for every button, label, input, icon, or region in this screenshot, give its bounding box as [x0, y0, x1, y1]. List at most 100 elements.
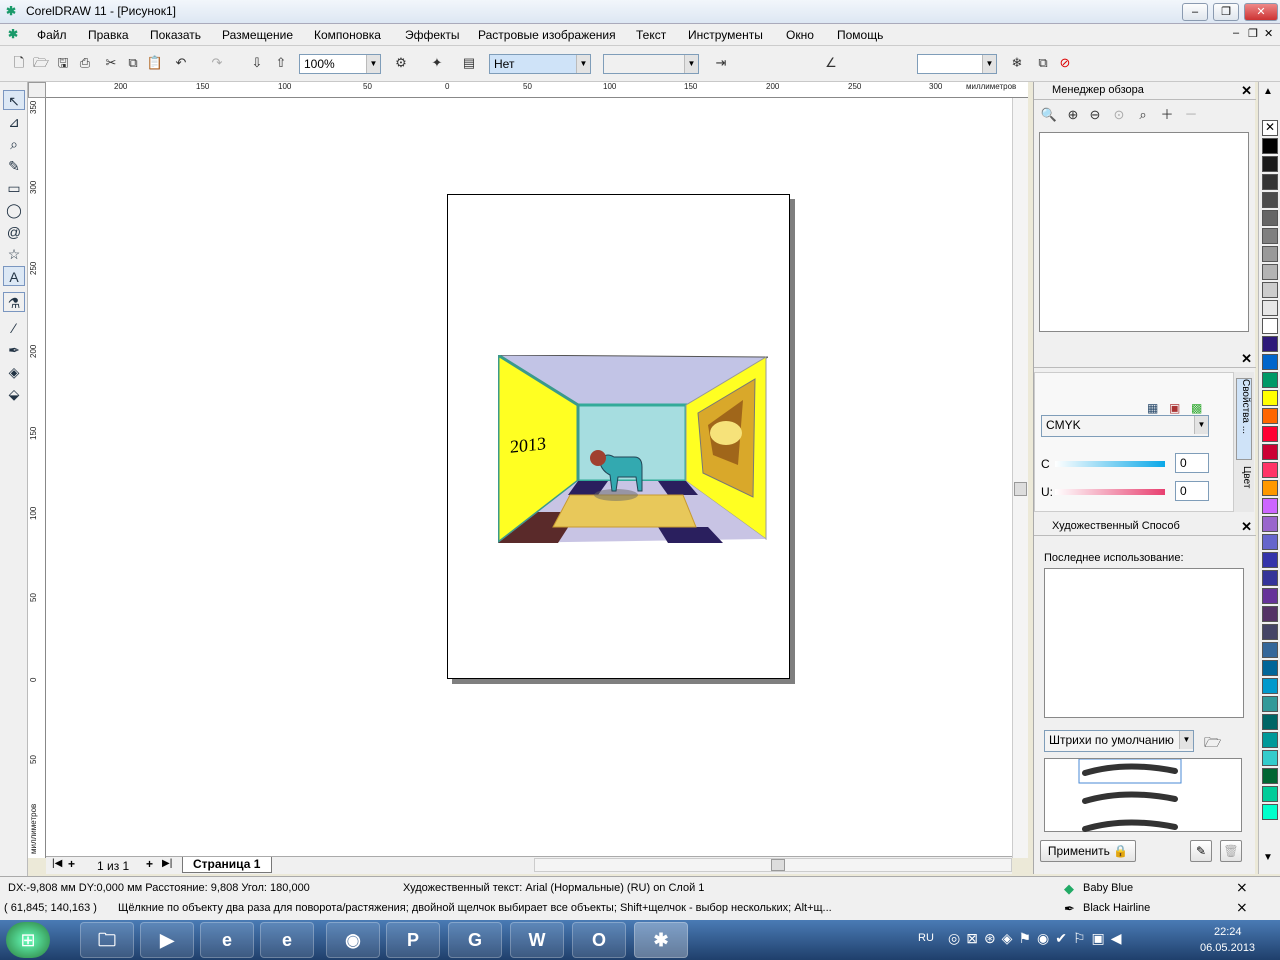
pick-tool-icon[interactable]: ↖: [3, 90, 25, 110]
menu-window[interactable]: Окно: [786, 28, 814, 42]
horizontal-ruler[interactable]: 200 150 100 50 0 50 100 150 200 250 300 …: [46, 82, 1028, 98]
scroll-thumb[interactable]: [771, 859, 785, 871]
media-taskbar-icon[interactable]: ▶: [140, 922, 194, 958]
menu-effects[interactable]: Эффекты: [405, 28, 460, 42]
color-model-combo[interactable]: CMYK ▼: [1041, 415, 1209, 437]
add-page-after-icon[interactable]: +: [146, 857, 153, 871]
minimize-button[interactable]: ‒: [1182, 3, 1208, 21]
copy-props-icon[interactable]: ⧉: [1034, 54, 1052, 72]
first-page-icon[interactable]: |◀: [52, 858, 62, 869]
menu-edit[interactable]: Правка: [88, 28, 129, 42]
color-swatch[interactable]: [1262, 138, 1278, 154]
menu-bitmaps[interactable]: Растровые изображения: [478, 28, 616, 42]
ie-taskbar-icon[interactable]: e: [200, 922, 254, 958]
strokes-combo[interactable]: Штрихи по умолчанию ▼: [1044, 730, 1194, 752]
color-swatch[interactable]: [1262, 804, 1278, 820]
color-swatch[interactable]: [1262, 624, 1278, 640]
polygon-tool-icon[interactable]: ☆: [3, 244, 25, 264]
color-swatch[interactable]: [1262, 678, 1278, 694]
color-swatch[interactable]: [1262, 660, 1278, 676]
color-swatch[interactable]: [1262, 606, 1278, 622]
browser-taskbar-icon[interactable]: ◉: [326, 922, 380, 958]
color-viewer-icon[interactable]: ▣: [1169, 401, 1180, 415]
export-icon[interactable]: ⇧: [272, 54, 290, 72]
color-swatch[interactable]: [1262, 480, 1278, 496]
new-icon[interactable]: 🗋: [10, 54, 28, 72]
explorer-taskbar-icon[interactable]: 🗀: [80, 922, 134, 958]
snap-icon[interactable]: ⚙: [392, 54, 410, 72]
color-swatch[interactable]: [1262, 408, 1278, 424]
tab-page-1[interactable]: Страница 1: [182, 857, 272, 873]
ie2-taskbar-icon[interactable]: e: [260, 922, 314, 958]
color-swatch[interactable]: [1262, 264, 1278, 280]
color-swatch[interactable]: [1262, 174, 1278, 190]
zoom-lens-icon[interactable]: 🔍: [1040, 106, 1058, 124]
menu-tools[interactable]: Инструменты: [688, 28, 763, 42]
menu-view[interactable]: Показать: [150, 28, 201, 42]
color-swatch[interactable]: [1262, 354, 1278, 370]
doc-min-icon[interactable]: ‒: [1233, 27, 1239, 39]
text-tool-icon[interactable]: A: [3, 266, 25, 286]
save-icon[interactable]: 🖫: [54, 54, 72, 72]
copy-icon[interactable]: ⧉: [124, 54, 142, 72]
menu-text[interactable]: Текст: [636, 28, 666, 42]
zoom-combo[interactable]: 100% ▼: [299, 54, 381, 74]
ruler-origin[interactable]: [28, 82, 46, 98]
eyedropper-tool-icon[interactable]: ⁄: [3, 318, 25, 338]
angle-icon[interactable]: ∠: [822, 54, 840, 72]
outline-tool-icon[interactable]: ✒: [3, 340, 25, 360]
maximize-button[interactable]: ❐: [1213, 3, 1239, 21]
close-icon[interactable]: ✕: [1241, 351, 1252, 367]
color-swatch[interactable]: [1262, 426, 1278, 442]
color-swatch[interactable]: [1262, 516, 1278, 532]
clock-time[interactable]: 22:24: [1214, 926, 1242, 938]
color-swatch[interactable]: [1262, 318, 1278, 334]
fill-swatch-icon[interactable]: ⨯: [1236, 879, 1248, 896]
last-page-icon[interactable]: ▶|: [162, 858, 172, 869]
color-swatch[interactable]: [1262, 192, 1278, 208]
outline-swatch-icon[interactable]: ⨯: [1236, 899, 1248, 916]
year-text[interactable]: 2013: [510, 433, 546, 458]
color-swatch[interactable]: [1262, 390, 1278, 406]
color-swatch[interactable]: [1262, 768, 1278, 784]
remove-view-icon[interactable]: －: [1182, 106, 1200, 124]
color-swatch[interactable]: [1262, 750, 1278, 766]
color-swatch[interactable]: [1262, 498, 1278, 514]
add-view-icon[interactable]: ＋: [1158, 106, 1176, 124]
browse-icon[interactable]: 🗁: [1204, 732, 1221, 756]
vertical-scrollbar[interactable]: [1012, 98, 1028, 858]
color-swatch[interactable]: [1262, 282, 1278, 298]
close-icon[interactable]: ✕: [1241, 83, 1252, 99]
color-swatch[interactable]: [1262, 588, 1278, 604]
wrap-icon[interactable]: ▤: [460, 54, 478, 72]
color-swatch[interactable]: [1262, 534, 1278, 550]
p-app-taskbar-icon[interactable]: P: [386, 922, 440, 958]
clock-date[interactable]: 06.05.2013: [1200, 942, 1255, 954]
cut-icon[interactable]: ✂: [102, 54, 120, 72]
zoom-fit-icon[interactable]: ⊙: [1110, 106, 1128, 124]
apply-button[interactable]: Применить 🔒: [1040, 840, 1136, 862]
add-page-icon[interactable]: +: [68, 857, 75, 871]
interactive-fill-icon[interactable]: ⬙: [3, 384, 25, 404]
opera-taskbar-icon[interactable]: O: [572, 922, 626, 958]
color-swatch[interactable]: [1262, 696, 1278, 712]
color-swatch[interactable]: [1262, 372, 1278, 388]
menu-file[interactable]: Файл: [37, 28, 67, 42]
vertical-ruler[interactable]: 350 300 250 200 150 100 50 0 50 миллимет…: [28, 98, 46, 858]
color-swatch[interactable]: [1262, 336, 1278, 352]
tab-properties[interactable]: Свойства ...: [1236, 378, 1252, 460]
color-swatch[interactable]: [1262, 732, 1278, 748]
menu-arrange[interactable]: Компоновка: [314, 28, 381, 42]
chrome-taskbar-icon[interactable]: G: [448, 922, 502, 958]
zoom-tool-icon[interactable]: ⌕: [3, 134, 25, 154]
scroll-thumb[interactable]: [1014, 482, 1027, 496]
strokes-list[interactable]: [1044, 758, 1242, 832]
zoom-page-icon[interactable]: ⌕: [1134, 106, 1152, 124]
color-swatch[interactable]: [1262, 552, 1278, 568]
print-icon[interactable]: ⎙: [76, 54, 94, 72]
color-swatch[interactable]: [1262, 300, 1278, 316]
color-swatch[interactable]: [1262, 462, 1278, 478]
color-swatch[interactable]: [1262, 210, 1278, 226]
ellipse-tool-icon[interactable]: ◯: [3, 200, 25, 220]
palette-icon[interactable]: ▩: [1191, 401, 1202, 415]
